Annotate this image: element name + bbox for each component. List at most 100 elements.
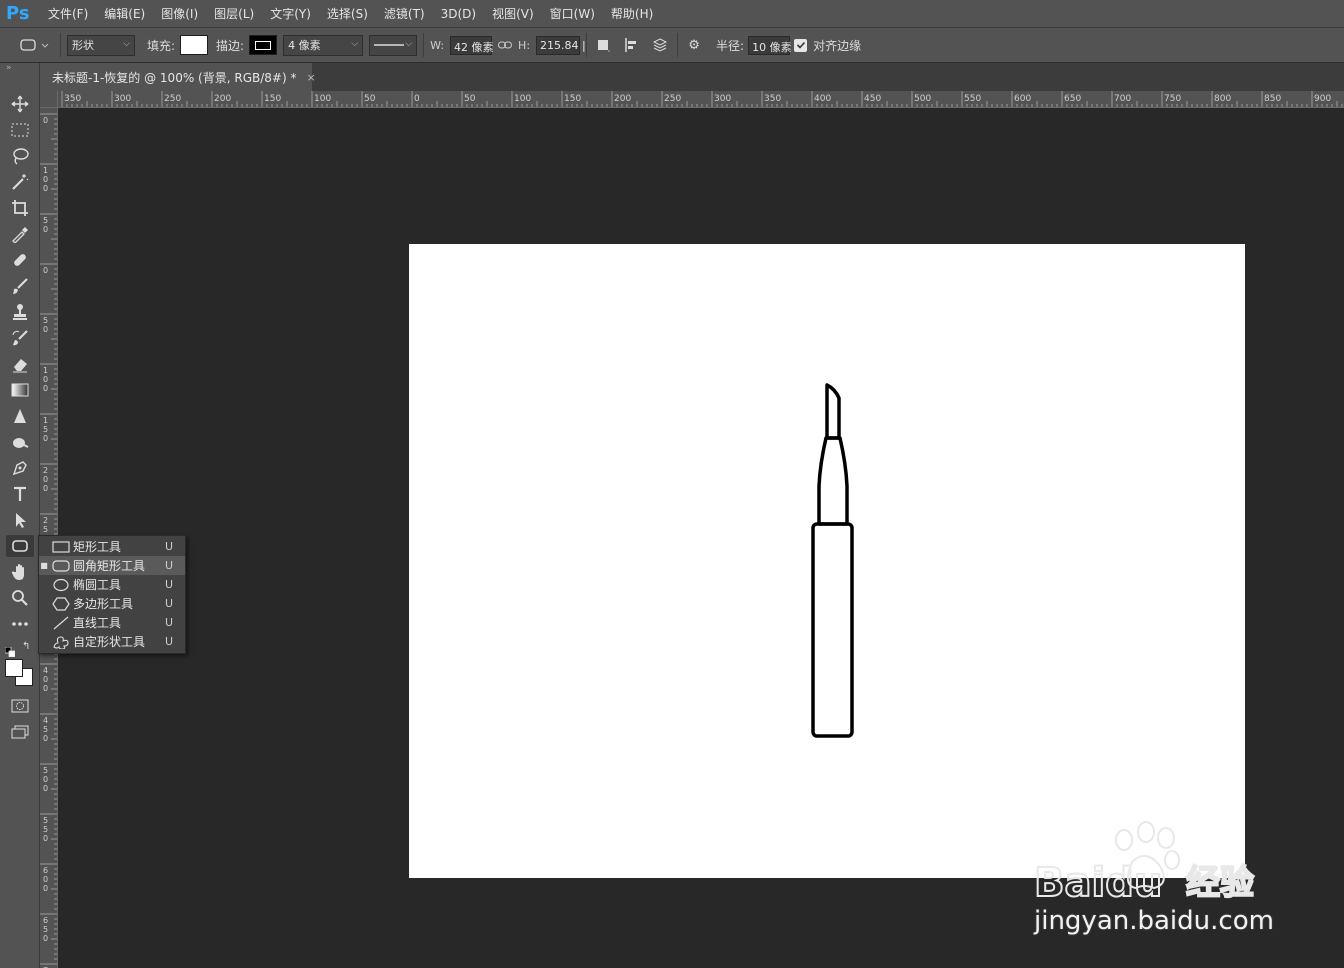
swap-colors-icon[interactable]: ↰ [22, 641, 30, 652]
close-icon[interactable]: × [306, 71, 315, 84]
shape-mode-select[interactable]: 形状 ⌵ [67, 34, 135, 56]
flyout-item-label: 圆角矩形工具 [73, 559, 146, 573]
tool-preset-picker[interactable] [18, 35, 54, 55]
hand-tool[interactable] [6, 561, 34, 583]
healing-brush-tool[interactable] [6, 249, 34, 271]
menu-help[interactable]: 帮助(H) [603, 5, 661, 22]
document-tab[interactable]: 未标题-1-恢复的 @ 100% (背景, RGB/8#) * × [40, 63, 316, 91]
ruler-label: 650 [1064, 94, 1081, 104]
horizontal-ruler[interactable]: 350 300 250 200 150 100 50 0 50 100 150 200 250 300 35… [58, 91, 1344, 108]
menu-filter[interactable]: 滤镜(T) [376, 5, 433, 22]
chevron-down-icon: ⌵ [123, 38, 130, 49]
menu-edit[interactable]: 编辑(E) [96, 5, 153, 22]
stroke-type-select[interactable]: ⌵ [369, 34, 418, 56]
menu-image[interactable]: 图像(I) [153, 5, 206, 22]
menu-type[interactable]: 文字(Y) [262, 5, 319, 22]
flyout-item-rectangle[interactable]: 矩形工具 U [39, 537, 185, 556]
blur-drop-icon [14, 409, 26, 423]
history-brush-tool[interactable] [6, 327, 34, 349]
foreground-color-swatch[interactable] [5, 659, 23, 677]
crop-tool[interactable] [6, 197, 34, 219]
blur-tool[interactable] [6, 405, 34, 427]
ruler-label: 6 [43, 866, 48, 875]
brush-tool[interactable] [6, 275, 34, 297]
menu-file[interactable]: 文件(F) [40, 5, 96, 22]
ruler-origin[interactable] [40, 91, 58, 108]
shape-tool[interactable] [6, 535, 34, 557]
stroke-width-input[interactable]: 4 像素 ⌵ [283, 34, 364, 56]
zoom-tool[interactable] [6, 587, 34, 609]
quick-mask-button[interactable] [6, 695, 34, 717]
arrow-cursor-icon [16, 513, 26, 528]
marquee-tool[interactable] [6, 119, 34, 141]
move-icon [11, 95, 29, 113]
menu-3d[interactable]: 3D(D) [433, 7, 484, 21]
ruler-label: 1 [43, 416, 48, 425]
eyedropper-tool[interactable] [6, 223, 34, 245]
rounded-rectangle-icon [52, 559, 70, 572]
document-canvas[interactable] [409, 244, 1245, 878]
more-dots-icon [12, 622, 28, 626]
dodge-tool[interactable] [6, 431, 34, 453]
menu-select[interactable]: 选择(S) [319, 5, 376, 22]
flyout-item-label: 直线工具 [73, 616, 122, 630]
path-alignment-icon[interactable] [621, 35, 643, 55]
ruler-label: 600 [1014, 94, 1031, 104]
checkmark-icon [796, 41, 805, 49]
ruler-label: 5 [43, 825, 48, 834]
shortcut-key: U [165, 578, 174, 591]
flyout-item-polygon[interactable]: 多边形工具 U [39, 594, 185, 613]
gradient-icon [11, 383, 29, 397]
pen-tool[interactable] [6, 457, 34, 479]
move-tool[interactable] [6, 93, 34, 115]
width-field[interactable]: 42 像素 [450, 35, 494, 55]
stroke-swatch[interactable] [249, 35, 278, 55]
fill-label: 填充: [147, 38, 176, 53]
radius-field[interactable]: 10 像素 [748, 35, 792, 55]
edit-toolbar-button[interactable] [6, 613, 34, 635]
gear-icon[interactable]: ⚙ [684, 35, 704, 55]
radius-label: 半径: [716, 38, 745, 53]
panel-collapse-icon[interactable]: » [0, 63, 39, 77]
menu-layer[interactable]: 图层(L) [206, 5, 262, 22]
ruler-label: 450 [864, 94, 881, 104]
document-tab-bar: 未标题-1-恢复的 @ 100% (背景, RGB/8#) * × [40, 63, 1344, 91]
fill-swatch[interactable] [180, 35, 209, 55]
screen-mode-button[interactable] [6, 721, 34, 743]
baidu-logo: Baidu 经验 [1033, 821, 1255, 907]
polygon-icon [52, 596, 70, 611]
path-selection-tool[interactable] [6, 509, 34, 531]
ruler-label: 300 [714, 94, 731, 104]
quick-mask-icon [11, 699, 29, 713]
ruler-label: 300 [114, 94, 131, 104]
ruler-label: 250 [664, 94, 681, 104]
ruler-label: 700 [1114, 94, 1131, 104]
path-arrangement-icon[interactable] [649, 35, 671, 55]
menu-view[interactable]: 视图(V) [484, 5, 542, 22]
height-field[interactable]: 215.84 | [536, 35, 586, 55]
rectangle-icon [52, 540, 70, 553]
pen-barrel-shape [811, 522, 854, 738]
brush-icon [13, 278, 28, 294]
clone-stamp-tool[interactable] [6, 301, 34, 323]
menu-window[interactable]: 窗口(W) [542, 5, 603, 22]
ruler-label: 0 [43, 175, 48, 184]
lasso-tool[interactable] [6, 145, 34, 167]
eyedropper-icon [12, 227, 28, 243]
magic-wand-icon [12, 174, 29, 190]
type-tool[interactable] [6, 483, 34, 505]
default-colors-icon[interactable] [4, 642, 16, 658]
flyout-item-rounded-rectangle[interactable]: ■ 圆角矩形工具 U [39, 556, 185, 575]
magic-wand-tool[interactable] [6, 171, 34, 193]
ruler-label: 0 [43, 116, 48, 125]
align-edges-checkbox[interactable] [794, 38, 808, 52]
gradient-tool[interactable] [6, 379, 34, 401]
shortcut-key: U [165, 540, 174, 553]
eraser-tool[interactable] [6, 353, 34, 375]
flyout-item-custom-shape[interactable]: 自定形状工具 U [39, 632, 185, 651]
link-icon[interactable] [492, 35, 518, 55]
flyout-item-ellipse[interactable]: 椭圆工具 U [39, 575, 185, 594]
path-operations-icon[interactable] [593, 35, 615, 55]
ruler-label: 0 [43, 784, 48, 793]
flyout-item-line[interactable]: 直线工具 U [39, 613, 185, 632]
